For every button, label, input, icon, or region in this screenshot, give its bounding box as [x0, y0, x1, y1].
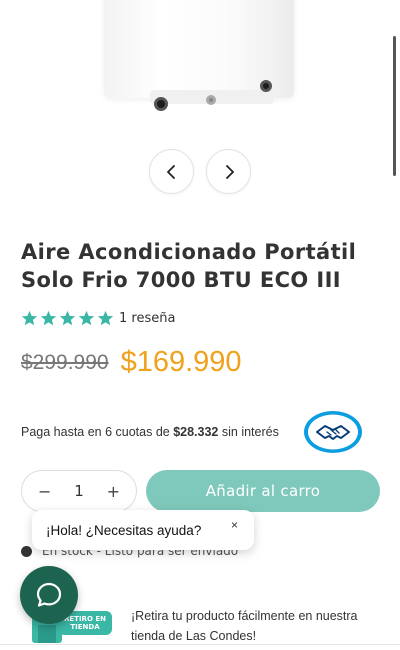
qty-value[interactable]: 1 — [74, 482, 84, 500]
scrollbar[interactable] — [393, 36, 396, 176]
installments-info: Paga hasta en 6 cuotas de $28.332 sin in… — [21, 425, 279, 439]
product-image — [0, 0, 400, 140]
sale-price: $169.990 — [120, 346, 242, 378]
chat-icon — [36, 582, 62, 607]
old-price: $299.990 — [21, 350, 109, 374]
qty-decrease-button[interactable]: − — [38, 482, 51, 501]
star-icon — [21, 310, 38, 326]
pickup-badge-line1: RETIRO EN — [64, 615, 106, 623]
chat-button[interactable] — [20, 566, 78, 624]
star-icon — [97, 310, 114, 326]
chevron-left-icon — [166, 164, 175, 179]
wheel — [154, 97, 168, 111]
wheel — [260, 80, 272, 92]
qty-increase-button[interactable]: + — [107, 482, 120, 501]
chevron-right-icon — [225, 164, 234, 179]
installments-prefix: Paga hasta en 6 cuotas de — [21, 425, 174, 439]
product-title: Aire Acondicionado Portátil Solo Frio 70… — [21, 240, 357, 292]
chat-greeting-bubble[interactable]: ¡Hola! ¿Necesitas ayuda? × — [32, 510, 254, 550]
stock-dot-icon — [21, 545, 32, 557]
star-icon — [78, 310, 95, 326]
mercadopago-logo-icon — [304, 411, 362, 453]
star-icon — [59, 310, 76, 326]
installments-suffix: sin interés — [218, 425, 279, 439]
gallery-next-button[interactable] — [206, 149, 251, 194]
close-icon[interactable]: × — [231, 518, 238, 532]
product-rating[interactable]: 1 reseña — [21, 310, 175, 327]
star-icon — [40, 310, 57, 326]
add-to-cart-button[interactable]: Añadir al carro — [146, 470, 380, 512]
chat-greeting-text: ¡Hola! ¿Necesitas ayuda? — [46, 522, 202, 538]
review-count[interactable]: 1 reseña — [119, 311, 175, 326]
installments-amount: $28.332 — [173, 425, 219, 439]
quantity-stepper[interactable]: − 1 + — [21, 470, 137, 512]
pickup-text: ¡Retira tu producto fácilmente en nuestr… — [131, 609, 358, 643]
divider — [0, 644, 400, 645]
price-row: $299.990 $169.990 — [21, 346, 242, 379]
pickup-badge-line2: TIENDA — [70, 623, 100, 631]
gallery-prev-button[interactable] — [149, 149, 194, 194]
wheel — [206, 95, 216, 105]
